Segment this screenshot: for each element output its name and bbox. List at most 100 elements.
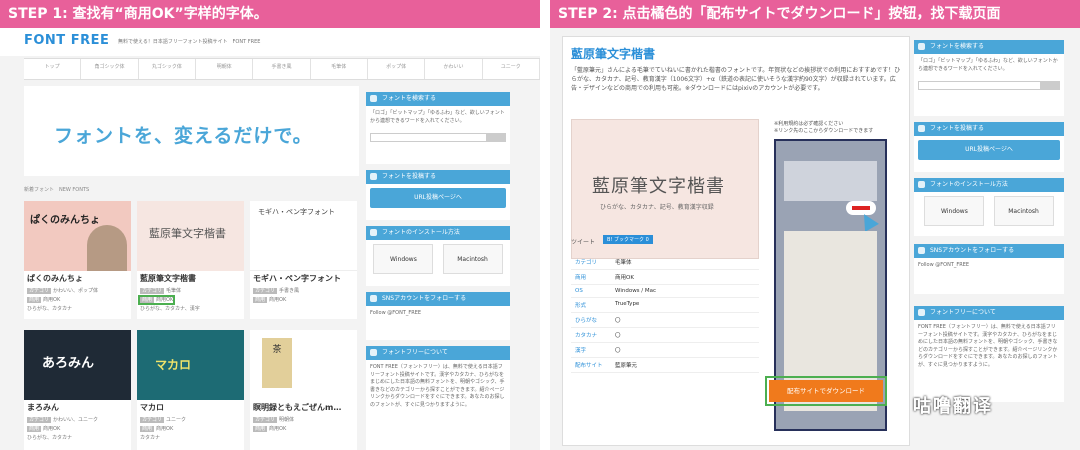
mac-button[interactable]: Macintosh	[993, 196, 1054, 226]
tag-label: カテゴリ	[253, 417, 278, 423]
font-tags-text: ユニーク	[166, 417, 187, 423]
nav-item-kaku-gothic[interactable]: 角ゴシック体	[81, 59, 139, 79]
font-license: 商用 商用OK	[250, 295, 357, 304]
info-row: カタカナ 〇	[571, 328, 759, 343]
info-row: OS Windows / Mac	[571, 285, 759, 298]
tag-label: 商用	[27, 297, 42, 303]
nav-label: 毛筆体	[331, 64, 347, 70]
font-detail-title: 藍原筆文字楷書	[571, 47, 656, 61]
watermark: 咕噜翻译	[913, 396, 993, 417]
tag-label: 商用	[140, 297, 155, 303]
font-title: 瞑明録ともえごぜんm…	[253, 403, 342, 412]
step1-panel: STEP 1: 查找有“商用OK”字样的字体。 FONT FREE 無料で使える…	[0, 0, 540, 450]
font-tags: カテゴリ 手書き風	[250, 286, 357, 295]
font-extra: ひらがな、カタカナ	[27, 435, 73, 441]
font-card[interactable]: ぱくのみんちょ ぱくのみんちょ カテゴリ かわいい、ポップ体 商用 商用OK ひらが…	[24, 201, 131, 319]
site-logo[interactable]: FONT FREE	[24, 33, 109, 48]
nav-item-mincho[interactable]: 明朝体	[196, 59, 254, 79]
thumb-text: モギハ・ペン字フォント	[258, 208, 335, 216]
tweet-link[interactable]: ツイート	[571, 237, 595, 246]
tag-label: カテゴリ	[140, 288, 165, 294]
category-nav: トップ 角ゴシック体 丸ゴシック体 明朝体 手書き風 毛筆体 ポップ体 かわいい…	[24, 58, 540, 80]
bookmark-button[interactable]: B! ブックマーク 0	[603, 235, 653, 244]
nav-item-unique[interactable]: ユニーク	[483, 59, 540, 79]
font-card[interactable]: あろみん まろみん カテゴリ かわいい、ユニーク 商用 商用OK ひらがな、カタカナ	[24, 330, 131, 450]
font-preview-image: 藍原筆文字楷書 ひらがな、カタカナ、記号、教育漢字収録	[571, 119, 759, 259]
font-license: 商用 商用OK	[24, 424, 131, 433]
nav-item-maru-gothic[interactable]: 丸ゴシック体	[139, 59, 196, 79]
os-buttons: Windows Macintosh	[366, 240, 510, 278]
info-row: 形式 TrueType	[571, 298, 759, 313]
font-tags: カテゴリ 毛筆体	[137, 286, 244, 295]
info-value[interactable]: 毛筆体	[615, 258, 632, 266]
font-tags-text: 明朝体	[279, 417, 295, 423]
font-license: 商用 商用OK	[250, 424, 357, 433]
about-widget: フォントフリーについて FONT FREE（フォントフリー）は、無料で使える日本…	[914, 306, 1064, 402]
info-key: カテゴリ	[575, 260, 598, 266]
info-key: 形式	[575, 303, 587, 309]
about-desc: FONT FREE（フォントフリー）は、無料で使える日本語フリーフォント投稿サイ…	[370, 364, 505, 408]
license-text: 商用OK	[156, 297, 174, 303]
windows-button[interactable]: Windows	[924, 196, 985, 226]
font-thumbnail: 藍原筆文字楷書	[137, 201, 244, 271]
nav-label: ポップ体	[386, 64, 407, 70]
info-value: 〇	[615, 318, 621, 324]
info-key: カタカナ	[575, 333, 598, 339]
site-tagline: 無料で使える！日本語フリーフォント投稿サイト FONT FREE	[118, 39, 261, 45]
install-widget-title: フォントのインストール方法	[914, 178, 1064, 192]
font-thumbnail: モギハ・ペン字フォント	[250, 201, 357, 271]
preview-title: 藍原筆文字楷書	[592, 176, 725, 197]
info-row: ひらがな 〇	[571, 313, 759, 328]
step1-banner: STEP 1: 查找有“商用OK”字样的字体。	[0, 0, 540, 28]
tag-label: 商用	[27, 426, 42, 432]
info-row: 漢字 〇	[571, 343, 759, 358]
nav-label: 角ゴシック体	[94, 64, 125, 70]
license-text: 商用OK	[269, 426, 287, 432]
nav-item-cute[interactable]: かわいい	[425, 59, 483, 79]
url-post-button[interactable]: URL投稿ページへ	[370, 188, 506, 208]
url-post-button[interactable]: URL投稿ページへ	[918, 140, 1060, 160]
post-widget-title: フォントを投稿する	[914, 122, 1064, 136]
nav-label: トップ	[44, 64, 60, 70]
search-widget: フォントを検索する 「ロゴ」「ビットマップ」「ゆるふわ」など、欲しいフォントから…	[366, 92, 510, 164]
search-input[interactable]	[370, 133, 506, 142]
font-card[interactable]: 茶 瞑明録ともえごぜんm… カテゴリ 明朝体 商用 商用OK	[250, 330, 357, 450]
install-widget: フォントのインストール方法 Windows Macintosh	[366, 226, 510, 286]
font-card[interactable]: モギハ・ペン字フォント モギハ・ペン字フォント カテゴリ 手書き風 商用 商用OK	[250, 201, 357, 319]
nav-item-pop[interactable]: ポップ体	[368, 59, 426, 79]
font-detail-desc: 「藍原筆元」さんによる毛筆でていねいに書かれた楷書のフォントです。年賀状などの挨…	[571, 67, 901, 92]
font-license: 商用 商用OK	[137, 295, 244, 305]
about-desc: FONT FREE（フォントフリー）は、無料で使える日本語フリーフォント投稿サイ…	[918, 324, 1058, 368]
info-key: 配布サイト	[575, 363, 603, 369]
font-tags: カテゴリ かわいい、ポップ体	[24, 286, 131, 295]
download-button[interactable]: 配布サイトでダウンロード	[765, 376, 887, 406]
license-text: 商用OK	[156, 426, 174, 432]
thumb-text: 藍原筆文字楷書	[149, 227, 226, 240]
mac-button[interactable]: Macintosh	[442, 244, 503, 274]
search-widget: フォントを検索する 「ロゴ」「ビットマップ」「ゆるふわ」など、欲しいフォントから…	[914, 40, 1064, 116]
post-widget: フォントを投稿する URL投稿ページへ	[914, 122, 1064, 172]
sns-follow[interactable]: Follow @FONT_FREE	[914, 258, 1064, 274]
search-button[interactable]	[486, 133, 506, 142]
install-widget: フォントのインストール方法 Windows Macintosh	[914, 178, 1064, 236]
sns-follow[interactable]: Follow @FONT_FREE	[366, 306, 510, 322]
search-input[interactable]	[918, 81, 1060, 90]
font-extra: カタカナ	[140, 435, 161, 441]
font-card[interactable]: マカロ マカロ カテゴリ ユニーク 商用 商用OK カタカナ	[137, 330, 244, 450]
about-widget-title: フォントフリーについて	[366, 346, 510, 360]
screenshot-header	[784, 161, 877, 201]
font-license: 商用 商用OK	[24, 295, 131, 304]
nav-item-brush[interactable]: 毛筆体	[311, 59, 368, 79]
nav-item-handwritten[interactable]: 手書き風	[253, 59, 311, 79]
nav-item-top[interactable]: トップ	[24, 59, 82, 79]
font-extra: ひらがな、カタカナ、漢字	[140, 306, 200, 312]
info-value: TrueType	[615, 301, 640, 307]
search-widget-title: フォントを検索する	[366, 92, 510, 106]
windows-button[interactable]: Windows	[373, 244, 434, 274]
license-text: 商用OK	[43, 297, 61, 303]
notice-text: ※利用規約は必ず確認ください ※リンク先のここからダウンロードできます	[774, 121, 874, 134]
info-value[interactable]: 藍原筆元	[615, 361, 637, 369]
font-title: まろみん	[27, 403, 59, 412]
font-card[interactable]: 藍原筆文字楷書 藍原筆文字楷書 カテゴリ 毛筆体 商用 商用OK ひらがな、カタカナ…	[137, 201, 244, 319]
search-button[interactable]	[1040, 81, 1060, 90]
